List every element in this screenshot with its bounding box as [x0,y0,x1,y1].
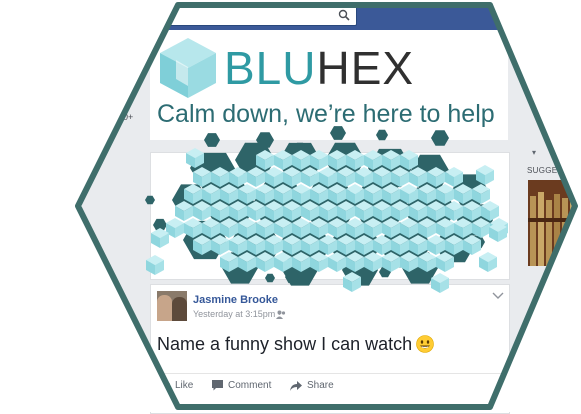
brand-wordmark: BLUHEX [224,40,414,96]
bluhex-graphic: 20+ 9 ▾ SUGGE BLUHEX Calm down, we’re he… [0,0,581,414]
chevron-down-icon[interactable] [492,292,504,300]
feed-card [150,152,510,280]
friends-icon[interactable] [276,310,286,319]
like-button[interactable]: Like [158,380,193,391]
post-author[interactable]: Jasmine Brooke [193,294,278,306]
sidebar-count: 9 [127,308,133,318]
avatar[interactable] [157,291,187,321]
thumbs-up-icon [158,380,170,391]
comment-label: Comment [228,380,272,391]
share-label: Share [307,380,334,391]
post-text: Name a funny show I can watch [157,334,413,354]
action-divider [156,373,502,374]
sidebar-count: 20+ [118,112,134,122]
brand-name-hex: HEX [316,42,415,94]
left-sidebar [82,30,146,412]
brand-name-blu: BLU [224,42,317,94]
facebook-screenshot: 20+ 9 ▾ SUGGE BLUHEX Calm down, we’re he… [0,0,581,414]
search-icon[interactable] [338,9,350,21]
comment-button[interactable]: Comment [212,380,271,391]
comment-icon [212,380,223,391]
cube-logo-icon [160,38,216,98]
brand-tagline: Calm down, we’re here to help [157,100,495,128]
collapse-arrow-icon[interactable]: ▾ [532,148,536,157]
post-body: Name a funny show I can watch [157,334,434,355]
smiling-face-emoji-icon [416,335,434,353]
share-icon [290,380,302,391]
suggested-pages-label: SUGGE [527,166,558,175]
like-label: Like [175,380,194,391]
share-button[interactable]: Share [290,380,334,391]
suggested-page-image[interactable] [528,180,581,266]
search-input[interactable] [150,6,357,26]
post-timestamp[interactable]: Yesterday at 3:15pm · [193,309,281,319]
